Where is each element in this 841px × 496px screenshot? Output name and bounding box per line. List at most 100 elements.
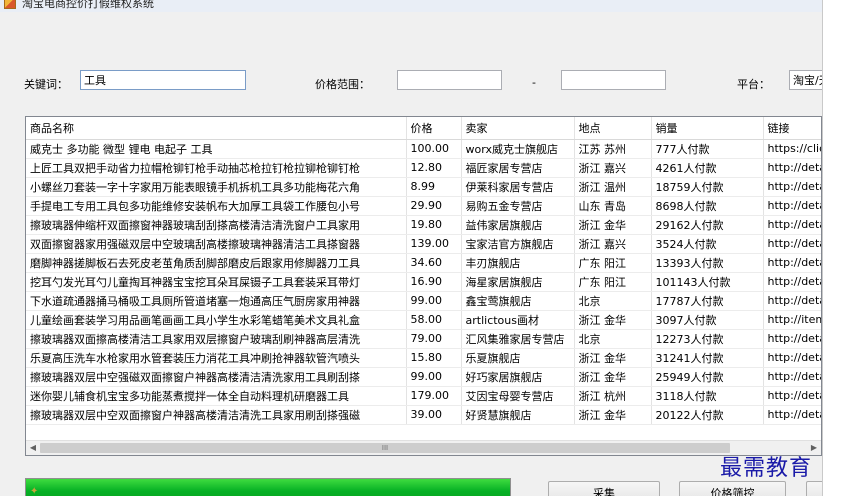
price-range-label: 价格范围： (315, 78, 370, 91)
table-cell: 广东 阳江 (574, 253, 652, 273)
table-cell: 浙江 杭州 (574, 386, 652, 406)
table-cell: 8.99 (406, 177, 462, 197)
table-cell: http://item.taobao.com (763, 310, 821, 330)
progress-fill (26, 479, 510, 496)
table-cell: 16.90 (406, 272, 462, 292)
table-cell: 乐夏高压洗车水枪家用水管套装压力消花工具冲刷抢神器软管汽喷头 (26, 348, 407, 368)
table-cell: 179.00 (406, 386, 462, 406)
table-row[interactable]: 下水道疏通器捅马桶吸工具厕所管道堵塞一炮通高压气厨房家用神器 99.00 鑫宝莺旗舰… (26, 291, 821, 311)
table-row[interactable]: 儿童绘画套装学习用品画笔画画工具小学生水彩笔蜡笔美术文具礼盒 58.00 artli… (26, 310, 821, 330)
table-cell: 鑫宝莺旗舰店 (461, 291, 575, 311)
column-header[interactable]: 价格 (406, 117, 462, 140)
extra-button[interactable] (806, 481, 822, 496)
price-monitor-button[interactable]: 价格筛控 (679, 481, 786, 496)
watermark-text: 最需教育 (720, 456, 813, 481)
table-cell: 31241人付款 (651, 348, 764, 368)
table-cell: 江苏 苏州 (574, 139, 652, 159)
title-bar: 淘宝电商控价打假维权系统 (0, 0, 822, 12)
table-cell: 小螺丝刀套装一字十字家用万能表眼镜手机拆机工具多功能梅花六角 (26, 177, 407, 197)
table-row[interactable]: 擦玻璃器双层中空强磁双面擦窗户神器高楼清洁清洗家用工具刷刮搽 99.00 好巧家居旗… (26, 367, 821, 387)
table-cell: 58.00 (406, 310, 462, 330)
platform-label: 平台： (737, 78, 770, 91)
scrollbar-grip: III (381, 444, 389, 452)
table-cell: 好巧家居旗舰店 (461, 367, 575, 387)
window-title: 淘宝电商控价打假维权系统 (22, 0, 154, 10)
table-cell: 手提电工专用工具包多功能维修安装帆布大加厚工具袋工作腰包小号 (26, 196, 407, 216)
table-cell: 威克士 多功能 微型 锂电 电起子 工具 (26, 139, 407, 159)
app-icon (4, 0, 16, 9)
scroll-left-icon[interactable]: ◀ (26, 441, 40, 455)
table-cell: 挖耳勺发光耳勺儿童掏耳神器宝宝挖耳朵耳屎镊子工具套装采耳带灯 (26, 272, 407, 292)
table-cell: 浙江 金华 (574, 405, 652, 425)
table-row[interactable]: 擦玻璃器双层中空双面擦窗户神器高楼清洁清洗工具家用刷刮搽强磁 39.00 好贤慧旗舰… (26, 405, 821, 425)
table-cell: http://detail.tmall.com (763, 158, 821, 178)
column-header[interactable]: 地点 (574, 117, 652, 140)
app-window: 淘宝电商控价打假维权系统 关键词： 价格范围： - 平台： 商品名称价格卖家地点… (0, 0, 823, 496)
table-cell: 擦玻璃器双层中空强磁双面擦窗户神器高楼清洁清洗家用工具刷刮搽 (26, 367, 407, 387)
collect-button[interactable]: 采集 (548, 481, 660, 496)
table-cell: 擦玻璃器伸缩杆双面擦窗神器玻璃刮刮搽高楼清洁清洗窗户工具家用 (26, 215, 407, 235)
table-cell: 好贤慧旗舰店 (461, 405, 575, 425)
table-cell: 34.60 (406, 253, 462, 273)
price-max-input[interactable] (561, 70, 666, 90)
table-cell: worx威克士旗舰店 (461, 139, 575, 159)
column-header[interactable]: 商品名称 (26, 117, 407, 140)
header-row: 商品名称 价格 卖家 地点 销量 链接 (26, 117, 821, 140)
table-cell: 艾因宝母婴专营店 (461, 386, 575, 406)
table-cell: 79.00 (406, 329, 462, 349)
table-row[interactable]: 乐夏高压洗车水枪家用水管套装压力消花工具冲刷抢神器软管汽喷头 15.80 乐夏旗舰店… (26, 348, 821, 368)
table-row[interactable]: 擦玻璃器双面擦高楼清洁工具家用双层擦窗户玻璃刮刷神器高层清洗 79.00 汇风集雅家… (26, 329, 821, 349)
table-row[interactable]: 擦玻璃器伸缩杆双面擦窗神器玻璃刮刮搽高楼清洁清洗窗户工具家用 19.80 益伟家居旗… (26, 215, 821, 235)
table-cell: 13393人付款 (651, 253, 764, 273)
table-cell: 下水道疏通器捅马桶吸工具厕所管道堵塞一炮通高压气厨房家用神器 (26, 291, 407, 311)
price-min-input[interactable] (397, 70, 502, 90)
table-cell: 丰刃旗舰店 (461, 253, 575, 273)
table-cell: 15.80 (406, 348, 462, 368)
horizontal-scrollbar[interactable]: ◀ III ▶ (26, 440, 821, 455)
table-cell: 浙江 嘉兴 (574, 234, 652, 254)
keyword-input[interactable] (80, 70, 246, 90)
table-cell: http://detail.tmall.com (763, 272, 821, 292)
table-row[interactable]: 迷你婴儿辅食机宝宝多功能蒸煮搅拌一体全自动料理机研磨器工具 179.00 艾因宝母婴… (26, 386, 821, 406)
platform-select[interactable] (789, 70, 822, 90)
price-range-separator: - (532, 76, 536, 89)
table-row[interactable]: 双面擦窗器家用强磁双层中空玻璃刮高楼擦玻璃神器清洁工具搽窗器 139.00 宝家洁官… (26, 234, 821, 254)
table-cell: 磨脚神器搓脚板石去死皮老茧角质刮脚部磨皮后跟家用修脚器刀工具 (26, 253, 407, 273)
table-cell: http://detail.tmall.com (763, 405, 821, 425)
spark-icon: ✦ (30, 486, 39, 496)
table-row[interactable]: 小螺丝刀套装一字十字家用万能表眼镜手机拆机工具多功能梅花六角 8.99 伊莱科家居专… (26, 177, 821, 197)
table-cell: 易购五金专营店 (461, 196, 575, 216)
table-cell: 浙江 金华 (574, 367, 652, 387)
table-cell: 3524人付款 (651, 234, 764, 254)
table-cell: 北京 (574, 291, 652, 311)
table-cell: http://detail.tmall.com (763, 234, 821, 254)
table-cell: http://detail.tmall.com (763, 329, 821, 349)
table-cell: 3097人付款 (651, 310, 764, 330)
table-cell: 17787人付款 (651, 291, 764, 311)
column-header[interactable]: 卖家 (461, 117, 575, 140)
table-cell: 双面擦窗器家用强磁双层中空玻璃刮高楼擦玻璃神器清洁工具搽窗器 (26, 234, 407, 254)
results-grid[interactable]: 商品名称 价格 卖家 地点 销量 链接 威克士 多功能 微型 锂电 电起子 工具 100.0… (25, 116, 822, 456)
table-cell: 29162人付款 (651, 215, 764, 235)
table-row[interactable]: 挖耳勺发光耳勺儿童掏耳神器宝宝挖耳朵耳屎镊子工具套装采耳带灯 16.90 海星家居旗… (26, 272, 821, 292)
table-row[interactable]: 威克士 多功能 微型 锂电 电起子 工具 100.00 worx威克士旗舰店 江苏 苏… (26, 139, 821, 159)
table-cell: 浙江 金华 (574, 348, 652, 368)
table-row[interactable]: 手提电工专用工具包多功能维修安装帆布大加厚工具袋工作腰包小号 29.90 易购五金专… (26, 196, 821, 216)
table-cell: 伊莱科家居专营店 (461, 177, 575, 197)
table-cell: 101143人付款 (651, 272, 764, 292)
table-cell: 99.00 (406, 291, 462, 311)
column-header[interactable]: 链接 (763, 117, 821, 140)
column-header[interactable]: 销量 (651, 117, 764, 140)
scrollbar-thumb[interactable]: III (40, 443, 730, 453)
table-row[interactable]: 上匠工具双把手动省力拉帽枪铆钉枪手动抽芯枪拉钉枪拉铆枪铆钉枪 12.80 福匠家居专… (26, 158, 821, 178)
background-strip (823, 0, 841, 496)
table-cell: 浙江 温州 (574, 177, 652, 197)
table-cell: http://detail.tmall.com (763, 348, 821, 368)
table-row[interactable]: 磨脚神器搓脚板石去死皮老茧角质刮脚部磨皮后跟家用修脚器刀工具 34.60 丰刃旗舰店… (26, 253, 821, 273)
table-cell: 139.00 (406, 234, 462, 254)
table-cell: http://detail.tmall.com (763, 196, 821, 216)
table-cell: http://detail.tmall.com (763, 177, 821, 197)
table-cell: http://detail.tmall.com (763, 253, 821, 273)
table-cell: http://detail.tmall.com (763, 291, 821, 311)
table-cell: 宝家洁官方旗舰店 (461, 234, 575, 254)
